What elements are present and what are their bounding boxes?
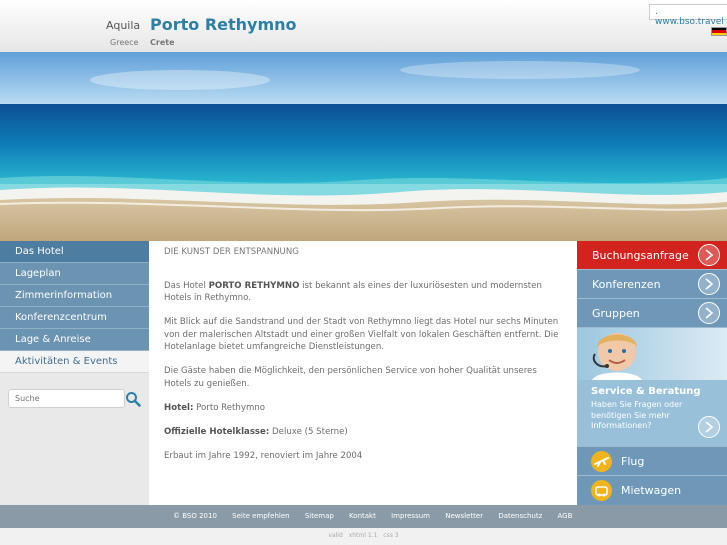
- right-column: Buchungsanfrage Konferenzen Gruppen Serv…: [577, 241, 727, 505]
- sidebar-item-zimmerinformation[interactable]: Zimmerinformation: [0, 285, 149, 307]
- sidebar-item-lageplan[interactable]: Lageplan: [0, 263, 149, 285]
- hotel-name-bold: PORTO RETHYMNO: [208, 280, 300, 291]
- valid-label: valid: [328, 532, 343, 539]
- main-content: DIE KUNST DER ENTSPANNUNG Das Hotel PORT…: [150, 241, 577, 505]
- arrow-right-icon[interactable]: [698, 416, 720, 438]
- hotel-title[interactable]: Porto Rethymno: [150, 15, 297, 34]
- car-rental-link[interactable]: Mietwagen: [577, 475, 727, 504]
- hotel-info-line: Hotel: Porto Rethymno: [164, 402, 563, 415]
- page: Aquila Greece Porto Rethymno Crete . www…: [0, 0, 727, 545]
- flight-label: Flug: [621, 455, 645, 468]
- footer-link-imprint[interactable]: Impressum: [391, 512, 430, 520]
- search-input[interactable]: [8, 389, 125, 408]
- car-icon: [591, 480, 612, 501]
- flag-stripe-gold: [712, 32, 726, 35]
- brand-name[interactable]: Aquila: [106, 19, 140, 32]
- hotel-class-label: Offizielle Hotelklasse:: [164, 426, 270, 437]
- arrow-right-icon: [698, 244, 720, 266]
- groups-button[interactable]: Gruppen: [577, 299, 727, 328]
- beach-photo: [0, 52, 727, 241]
- hotel-class-value: Deluxe (5 Sterne): [269, 426, 348, 437]
- sidebar-item-aktivitaeten-events[interactable]: Aktivitäten & Events: [0, 351, 149, 373]
- sidebar: Das Hotel Lageplan Zimmerinformation Kon…: [0, 241, 149, 505]
- magnifier-icon[interactable]: [125, 391, 141, 407]
- service-agent-photo: [577, 328, 727, 380]
- location-paragraph: Mit Blick auf die Sandstrand und der Sta…: [164, 317, 559, 352]
- footer-link-contact[interactable]: Kontakt: [349, 512, 376, 520]
- hotel-label: Hotel:: [164, 402, 194, 413]
- service-box[interactable]: Service & Beratung Haben Sie Fragen oder…: [577, 380, 727, 446]
- footer-link-privacy[interactable]: Datenschutz: [498, 512, 542, 520]
- hotel-class-line: Offizielle Hotelklasse: Deluxe (5 Sterne…: [164, 426, 563, 439]
- airplane-icon: [591, 451, 612, 472]
- footer-link-newsletter[interactable]: Newsletter: [445, 512, 483, 520]
- arrow-right-icon: [698, 302, 720, 324]
- hotel-value: Porto Rethymno: [193, 402, 266, 413]
- header: Aquila Greece Porto Rethymno Crete . www…: [0, 0, 727, 52]
- footer-link-sitemap[interactable]: Sitemap: [305, 512, 334, 520]
- copyright: © BSO 2010: [173, 512, 217, 520]
- bso-travel-link[interactable]: . www.bso.travel: [649, 4, 727, 27]
- css-link[interactable]: css 3: [383, 532, 398, 539]
- content-heading: DIE KUNST DER ENTSPANNUNG: [164, 247, 299, 257]
- sidebar-item-lage-anreise[interactable]: Lage & Anreise: [0, 329, 149, 351]
- footer-link-terms[interactable]: AGB: [558, 512, 573, 520]
- groups-label: Gruppen: [592, 307, 640, 320]
- validator-bar: valid xhtml 1.1 css 3: [0, 528, 727, 545]
- intro-paragraph: Das Hotel PORTO RETHYMNO ist bekannt als…: [164, 280, 563, 305]
- arrow-right-icon: [698, 273, 720, 295]
- sidebar-item-konferenzcentrum[interactable]: Konferenzcentrum: [0, 307, 149, 329]
- service-text: Haben Sie Fragen oder benötigen Sie mehr…: [591, 400, 683, 430]
- car-rental-label: Mietwagen: [621, 484, 682, 497]
- service-paragraph: Die Gäste haben die Möglichkeit, den per…: [164, 366, 537, 389]
- hotel-region: Crete: [150, 38, 175, 47]
- conferences-label: Konferenzen: [592, 278, 661, 291]
- footer: © BSO 2010 Seite empfehlen Sitemap Konta…: [0, 505, 727, 528]
- service-title: Service & Beratung: [591, 386, 701, 397]
- brand-country: Greece: [110, 38, 139, 47]
- booking-request-button[interactable]: Buchungsanfrage: [577, 241, 727, 270]
- footer-link-recommend[interactable]: Seite empfehlen: [232, 512, 289, 520]
- conferences-button[interactable]: Konferenzen: [577, 270, 727, 299]
- footer-links: © BSO 2010 Seite empfehlen Sitemap Konta…: [173, 512, 585, 520]
- german-flag-icon[interactable]: [711, 27, 727, 36]
- xhtml-link[interactable]: xhtml 1.1: [349, 532, 378, 539]
- built-line: Erbaut im Jahre 1992, renoviert im Jahre…: [164, 450, 363, 461]
- intro-text-start: Das Hotel: [164, 280, 209, 291]
- flight-link[interactable]: Flug: [577, 446, 727, 475]
- booking-request-label: Buchungsanfrage: [592, 249, 689, 262]
- sidebar-item-das-hotel[interactable]: Das Hotel: [0, 241, 149, 263]
